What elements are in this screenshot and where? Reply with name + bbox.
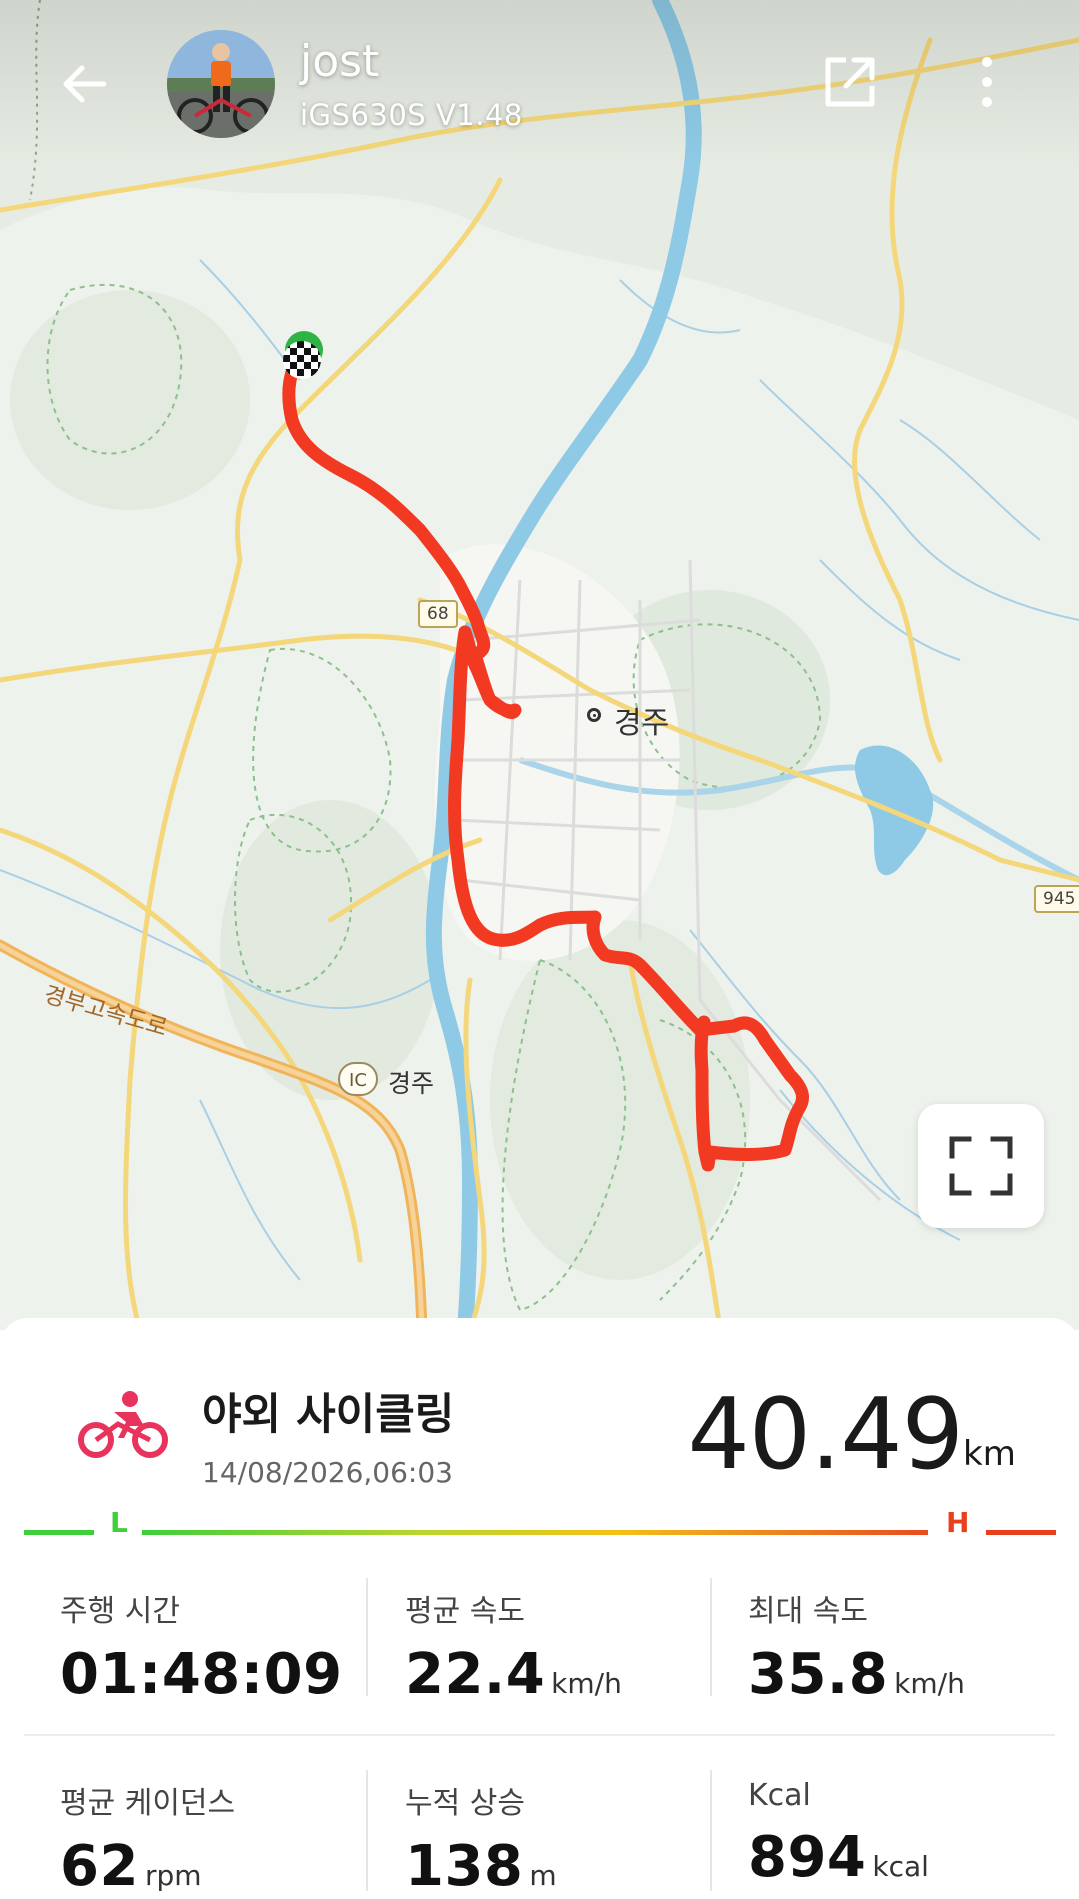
stat-value: 894 kcal [748, 1825, 929, 1890]
stat-ride-time: 주행 시간 01:48:09 [60, 1586, 343, 1707]
stat-calories: Kcal 894 kcal [748, 1778, 929, 1890]
stat-number: 138 [405, 1834, 524, 1899]
route-shield-68: 68 [418, 600, 458, 628]
stat-label: 누적 상승 [405, 1786, 525, 1821]
stat-label: 최대 속도 [748, 1594, 868, 1629]
stat-divider [366, 1770, 368, 1891]
stat-avg-cadence: 평균 케이던스 62 rpm [60, 1778, 235, 1899]
stat-divider [710, 1770, 712, 1891]
stat-avg-speed: 평균 속도 22.4 km/h [405, 1586, 622, 1707]
arrow-left-icon [63, 65, 107, 103]
share-external-icon [825, 57, 875, 107]
activity-title: 야외 사이클링 [202, 1390, 455, 1440]
city-marker [587, 708, 601, 722]
stat-unit: rpm [144, 1859, 202, 1892]
row-divider [24, 1734, 1055, 1736]
more-button[interactable] [972, 52, 1002, 112]
stat-number: 01:48:09 [60, 1642, 343, 1707]
stat-unit: km/h [551, 1667, 622, 1700]
share-button[interactable] [820, 52, 880, 112]
stat-value: 01:48:09 [60, 1642, 343, 1707]
city-label: 경주 [614, 706, 670, 741]
more-vertical-icon [982, 57, 992, 107]
stat-label: 주행 시간 [60, 1594, 180, 1629]
device-name: iGS630S V1.48 [300, 98, 523, 132]
stat-value: 22.4 km/h [405, 1642, 622, 1707]
stat-number: 894 [748, 1825, 867, 1890]
stat-elevation-gain: 누적 상승 138 m [405, 1778, 557, 1899]
route-shield-945: 945 [1034, 885, 1079, 913]
back-button[interactable] [58, 58, 110, 110]
intensity-bar [24, 1530, 1056, 1535]
stat-number: 35.8 [748, 1642, 889, 1707]
ic-label: 경주 [388, 1069, 435, 1098]
stat-label: 평균 속도 [405, 1594, 525, 1629]
stat-value: 35.8 km/h [748, 1642, 965, 1707]
distance-unit: km [963, 1434, 1016, 1474]
stat-number: 62 [60, 1834, 139, 1899]
user-name: jost [300, 36, 380, 87]
intensity-high-label: H [946, 1506, 970, 1539]
stat-number: 22.4 [405, 1642, 546, 1707]
stat-divider [366, 1578, 368, 1696]
activity-datetime: 14/08/2026,06:03 [202, 1456, 453, 1489]
stat-max-speed: 최대 속도 35.8 km/h [748, 1586, 965, 1707]
ic-badge: IC [338, 1062, 378, 1096]
stat-value: 138 m [405, 1834, 557, 1899]
stat-divider [710, 1578, 712, 1696]
stat-unit: kcal [872, 1850, 929, 1883]
rider-photo [167, 30, 275, 138]
stat-label: 평균 케이던스 [60, 1786, 236, 1821]
avatar[interactable] [167, 30, 275, 138]
distance-value: 40.49 [687, 1378, 964, 1492]
stat-unit: m [529, 1859, 557, 1892]
fullscreen-icon [949, 1136, 1013, 1196]
stat-label: Kcal [748, 1778, 811, 1813]
stat-unit: km/h [894, 1667, 965, 1700]
stat-value: 62 rpm [60, 1834, 235, 1899]
intensity-low-label: L [110, 1506, 128, 1539]
fullscreen-button[interactable] [918, 1104, 1044, 1228]
cycling-icon [78, 1391, 168, 1458]
